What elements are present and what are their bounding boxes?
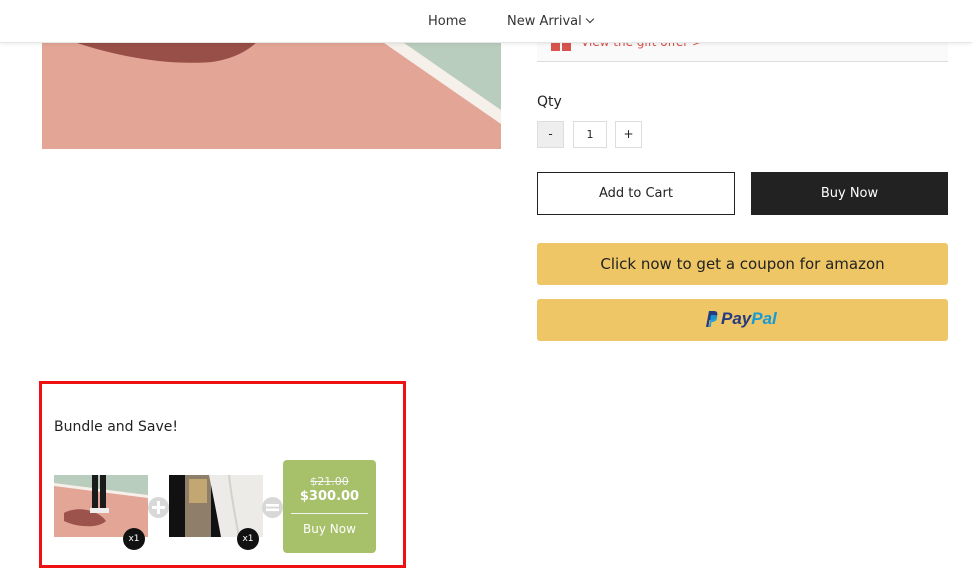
nav-home-link[interactable]: Home	[428, 14, 466, 29]
buy-now-button[interactable]: Buy Now	[751, 172, 948, 215]
equals-icon	[262, 497, 283, 518]
bundle-item-qty-badge: x1	[123, 528, 145, 550]
paypal-text-pay: Pay	[721, 309, 752, 328]
plus-icon	[148, 497, 169, 518]
bundle-item-qty-badge: x1	[237, 528, 259, 550]
bundle-original-price: $21.00	[310, 475, 349, 488]
qty-input[interactable]: 1	[573, 121, 607, 148]
nav-new-arrival-label: New Arrival	[507, 14, 582, 29]
bundle-price-card: $21.00 $300.00 Buy Now	[283, 460, 376, 553]
qty-decrease-button[interactable]: -	[537, 121, 564, 148]
divider	[291, 513, 368, 514]
chevron-down-icon	[585, 14, 594, 24]
qty-increase-button[interactable]: +	[615, 121, 642, 148]
bundle-title: Bundle and Save!	[54, 419, 178, 435]
qty-label: Qty	[537, 94, 562, 110]
paypal-button[interactable]: PayPal	[537, 299, 948, 341]
bundle-buy-now-button[interactable]: Buy Now	[283, 522, 376, 536]
bundle-sale-price: $300.00	[299, 489, 360, 504]
add-to-cart-button[interactable]: Add to Cart	[537, 172, 735, 215]
amazon-coupon-button[interactable]: Click now to get a coupon for amazon	[537, 243, 948, 285]
nav-new-arrival-link[interactable]: New Arrival	[507, 14, 594, 29]
paypal-icon	[706, 311, 718, 327]
top-navigation: Home New Arrival	[0, 0, 972, 43]
paypal-text-pal: Pal	[751, 309, 777, 328]
